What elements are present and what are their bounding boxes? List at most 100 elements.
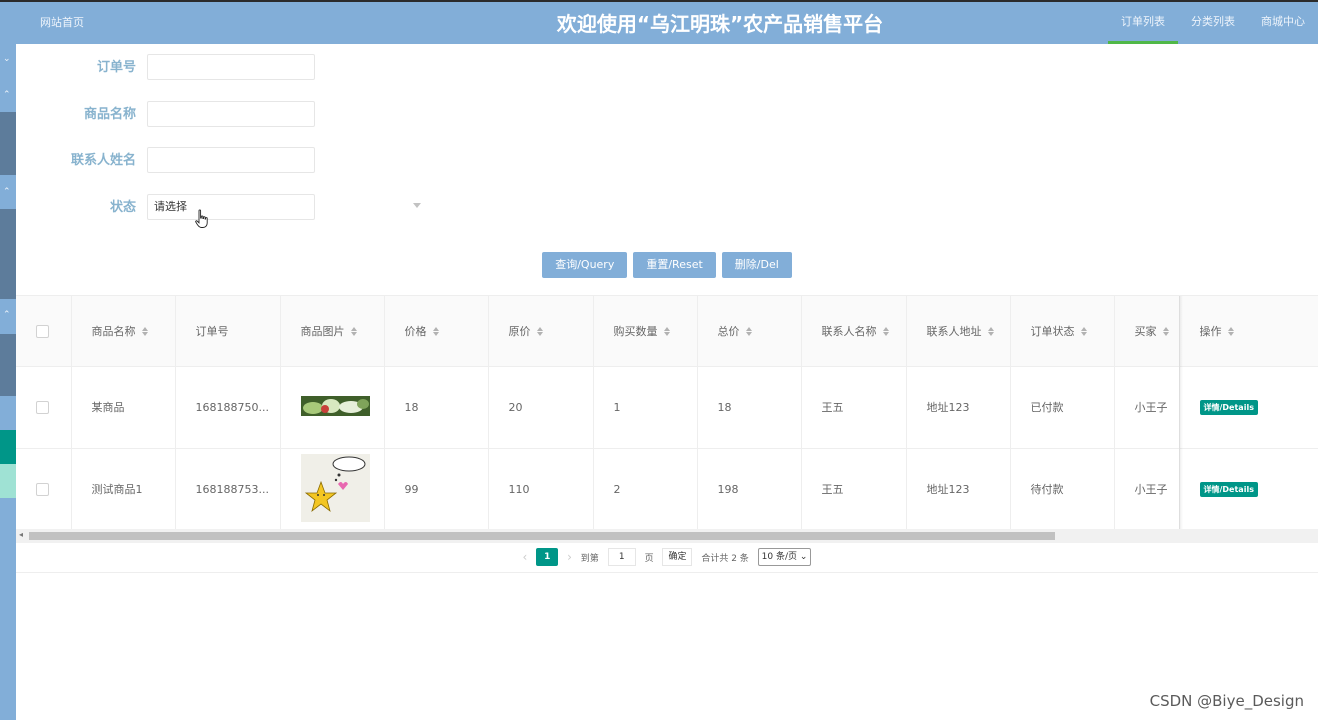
cell-qty: 2 <box>593 448 698 529</box>
details-button[interactable]: 详情/Details <box>1199 399 1258 415</box>
scroll-left-icon[interactable]: ◂ <box>19 530 23 539</box>
cell-actions: 详情/Details <box>1179 448 1318 529</box>
cell-product-image <box>280 366 385 449</box>
cell-total: 18 <box>697 366 802 449</box>
column-header[interactable]: 买家 <box>1114 296 1180 367</box>
cell-product-name: 某商品 <box>71 366 176 449</box>
cell-actions: 详情/Details <box>1179 366 1318 449</box>
nav-mall-center[interactable]: 商城中心 <box>1248 2 1318 44</box>
cell-order-no: 168188750... <box>175 366 281 449</box>
watermark: CSDN @Biye_Design <box>1149 692 1304 710</box>
sort-icon[interactable] <box>1162 327 1170 337</box>
sidebar-item-hover[interactable] <box>0 464 16 498</box>
cell-product-image <box>280 448 385 529</box>
dropdown-arrow-icon[interactable] <box>413 203 421 208</box>
sort-icon[interactable] <box>141 327 149 337</box>
confirm-page-button[interactable]: 确定 <box>662 548 693 566</box>
horizontal-scrollbar[interactable]: ◂ <box>16 529 1318 543</box>
sort-icon[interactable] <box>745 327 753 337</box>
cell-address: 地址123 <box>906 448 1011 529</box>
column-header[interactable]: 商品图片 <box>280 296 385 367</box>
prev-page-icon[interactable]: ‹ <box>523 550 528 564</box>
reset-button[interactable]: 重置/Reset <box>633 252 716 278</box>
cell-buyer: 小王子 <box>1114 366 1180 449</box>
cell-total: 198 <box>697 448 802 529</box>
column-header[interactable]: 购买数量 <box>593 296 698 367</box>
sort-icon[interactable] <box>536 327 544 337</box>
table-row: 测试商品1 168188753... 99 110 2 198 王五 地址123… <box>16 448 1318 529</box>
column-header[interactable]: 操作 <box>1179 296 1318 367</box>
nav-category-list[interactable]: 分类列表 <box>1178 2 1248 44</box>
sidebar-item[interactable] <box>0 334 16 396</box>
total-count: 合计共 2 条 <box>701 553 749 564</box>
next-page-icon[interactable]: › <box>567 550 572 564</box>
goto-page-input[interactable]: 1 <box>607 548 636 566</box>
table-header-row: 商品名称 订单号 商品图片 价格 原价 购买数量 总价 联系人名称 联系人地址 … <box>16 296 1318 367</box>
fixed-column-shadow <box>1179 296 1183 529</box>
query-button[interactable]: 查询/Query <box>542 252 628 278</box>
row-checkbox[interactable] <box>36 400 49 414</box>
sidebar-item[interactable] <box>0 209 16 299</box>
product-image[interactable] <box>300 395 370 416</box>
column-header[interactable]: 订单状态 <box>1010 296 1115 367</box>
chevron-down-icon[interactable]: ⌄ <box>3 54 11 64</box>
top-nav: 订单列表 分类列表 商城中心 <box>1108 2 1318 44</box>
row-checkbox[interactable] <box>36 482 49 496</box>
cell-order-no: 168188753... <box>175 448 281 529</box>
chevron-up-icon[interactable]: ⌃ <box>3 90 11 100</box>
details-button[interactable]: 详情/Details <box>1199 481 1258 497</box>
select-all-checkbox[interactable] <box>36 324 49 338</box>
sidebar-item[interactable] <box>0 112 16 175</box>
cell-contact: 王五 <box>801 366 907 449</box>
column-header[interactable]: 总价 <box>697 296 802 367</box>
page-label: 页 <box>644 553 654 564</box>
column-header: 订单号 <box>175 296 281 367</box>
cell-address: 地址123 <box>906 366 1011 449</box>
cell-status: 待付款 <box>1010 448 1115 529</box>
status-select-value: 请选择 <box>154 200 187 213</box>
sort-icon[interactable] <box>663 327 671 337</box>
status-select[interactable]: 请选择 <box>147 194 315 228</box>
cell-price: 99 <box>384 448 489 529</box>
order-no-label: 订单号 <box>96 60 136 75</box>
sort-icon[interactable] <box>432 327 440 337</box>
cell-qty: 1 <box>593 366 698 449</box>
nav-order-list[interactable]: 订单列表 <box>1108 2 1178 44</box>
chevron-up-icon[interactable]: ⌃ <box>3 310 11 320</box>
sort-icon[interactable] <box>1080 327 1088 337</box>
delete-button[interactable]: 删除/Del <box>721 252 792 278</box>
hand-cursor-icon <box>195 209 208 228</box>
sort-icon[interactable] <box>350 327 358 337</box>
cell-buyer: 小王子 <box>1114 448 1180 529</box>
current-page[interactable]: 1 <box>536 548 559 566</box>
sort-icon[interactable] <box>882 327 890 337</box>
column-header[interactable]: 原价 <box>488 296 594 367</box>
column-header[interactable]: 价格 <box>384 296 489 367</box>
top-bar: 网站首页 欢迎使用“乌江明珠”农产品销售平台 订单列表 分类列表 商城中心 <box>0 0 1318 44</box>
product-name-label: 商品名称 <box>83 107 136 122</box>
cell-orig-price: 110 <box>488 448 594 529</box>
page-size-select[interactable]: 10 条/页 ⌄ <box>757 548 812 566</box>
goto-label: 到第 <box>580 553 599 564</box>
column-header[interactable]: 联系人地址 <box>906 296 1011 367</box>
sort-icon[interactable] <box>987 327 995 337</box>
product-image[interactable] <box>300 453 370 522</box>
column-header[interactable]: 联系人名称 <box>801 296 907 367</box>
chevron-up-icon[interactable]: ⌃ <box>3 187 11 197</box>
contact-name-input[interactable] <box>147 147 315 173</box>
order-no-input[interactable] <box>147 54 315 80</box>
order-table: 商品名称 订单号 商品图片 价格 原价 购买数量 总价 联系人名称 联系人地址 … <box>16 295 1318 529</box>
cell-contact: 王五 <box>801 448 907 529</box>
sidebar-item-active[interactable] <box>0 430 16 464</box>
cell-product-name: 测试商品1 <box>71 448 176 529</box>
scrollbar-thumb[interactable] <box>29 532 1055 540</box>
status-label: 状态 <box>109 200 136 215</box>
table-row: 某商品 168188750... 18 20 1 18 王五 地址123 已付款… <box>16 366 1318 449</box>
chevron-down-icon: ⌄ <box>799 552 808 562</box>
pagination: ‹ 1 › 到第 1 页 确定 合计共 2 条 10 条/页 ⌄ <box>16 548 1318 573</box>
cell-status: 已付款 <box>1010 366 1115 449</box>
cell-price: 18 <box>384 366 489 449</box>
product-name-input[interactable] <box>147 101 315 127</box>
column-header[interactable]: 商品名称 <box>71 296 176 367</box>
sort-icon[interactable] <box>1227 327 1235 337</box>
